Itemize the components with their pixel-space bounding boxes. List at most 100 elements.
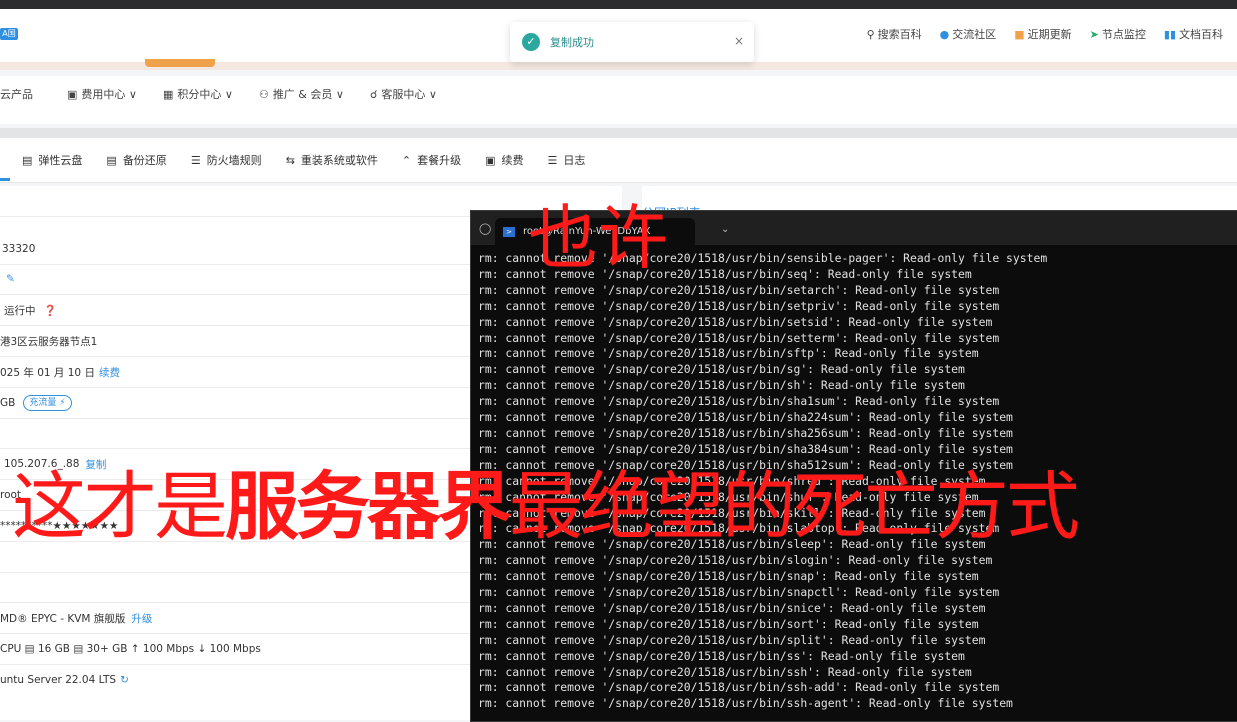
terminal-line: rm: cannot remove '/snap/core20/1518/usr… [478, 600, 986, 615]
camera-icon: ▣ [67, 87, 78, 101]
nav-item-support[interactable]: ☌ 客服中心 ∨ [370, 86, 437, 102]
top-link-label: 交流社区 [952, 28, 997, 41]
top-link-label: 节点监控 [1101, 28, 1146, 41]
traffic-value: GB [0, 397, 16, 409]
gift-icon: ■ [1014, 27, 1025, 41]
chevron-down-icon[interactable]: ⌄ [721, 224, 729, 235]
node-name: 港3区云服务器节点1 [0, 335, 98, 348]
terminal-line: rm: cannot remove '/snap/core20/1518/usr… [478, 616, 979, 631]
list-icon: ☰ [190, 153, 201, 167]
recharge-traffic-button[interactable]: 充流量 ⚡ [23, 395, 72, 411]
status-text: 运行中 [4, 304, 36, 317]
tab-label: 防火墙规则 [206, 154, 262, 167]
section-gap [0, 128, 1237, 138]
tab-backup[interactable]: ▤ 备份还原 [106, 152, 166, 168]
terminal-line: rm: cannot remove '/snap/core20/1518/usr… [478, 680, 1000, 695]
nav-item-cloud-products[interactable]: 云产品 [0, 86, 33, 102]
cpu-model: MD® EPYC - KVM 旗舰版 [0, 612, 126, 625]
log-icon: ☰ [547, 153, 558, 167]
overlay-caption-main: 这才是服务器界最绝望的死亡方式 [12, 470, 1080, 544]
terminal-line: rm: cannot remove '/snap/core20/1518/usr… [478, 425, 1013, 440]
help-icon: ❓ [43, 304, 57, 317]
nav-label: 推广 & 会员 ∨ [272, 88, 344, 101]
nav-item-points[interactable]: ▦ 积分中心 ∨ [163, 86, 233, 102]
edit-icon[interactable]: ✎ [6, 273, 15, 285]
terminal-line: rm: cannot remove '/snap/core20/1518/usr… [478, 378, 965, 393]
top-link-label: 近期更新 [1027, 28, 1072, 41]
refresh-icon[interactable]: ↻ [120, 674, 129, 686]
top-link-label: 搜索百科 [877, 28, 922, 41]
check-circle-icon: ✓ [522, 33, 540, 51]
upgrade-link[interactable]: 升级 [131, 611, 152, 626]
os-name: untu Server 22.04 LTS [0, 674, 117, 686]
terminal-line: rm: cannot remove '/snap/core20/1518/usr… [478, 569, 979, 584]
window-top-strip [0, 0, 1237, 9]
toast-notification: ✓ 复制成功 × [510, 22, 754, 62]
spec-summary: CPU ▤ 16 GB ▤ 30+ GB ↑ 100 Mbps ↓ 100 Mb… [0, 643, 261, 655]
terminal-line: rm: cannot remove '/snap/core20/1518/usr… [478, 282, 1000, 297]
tab-logs[interactable]: ☰ 日志 [548, 152, 586, 168]
users-icon: ⚇ [258, 87, 269, 101]
gift-icon: ▦ [162, 87, 174, 101]
disk-icon: ▤ [22, 153, 33, 167]
expire-date: 025 年 01 月 10 日 [0, 366, 95, 379]
overlay-caption-part3: 最绝望的死亡方式 [509, 464, 1080, 550]
terminal-line: rm: cannot remove '/snap/core20/1518/usr… [478, 441, 1013, 456]
top-link-updates[interactable]: ■ 近期更新 [1014, 26, 1071, 42]
overlay-caption-part2: 服务器界 [225, 464, 512, 550]
terminal-line: rm: cannot remove '/snap/core20/1518/usr… [478, 664, 972, 679]
nav-label: 费用中心 ∨ [81, 88, 137, 101]
terminal-line: rm: cannot remove '/snap/core20/1518/usr… [478, 298, 1000, 313]
tab-label: 重装系统或软件 [300, 154, 378, 167]
terminal-line: rm: cannot remove '/snap/core20/1518/usr… [478, 362, 965, 377]
terminal-line: rm: cannot remove '/snap/core20/1518/usr… [478, 346, 979, 361]
headset-icon: ☌ [369, 87, 378, 101]
terminal-line: rm: cannot remove '/snap/core20/1518/usr… [478, 632, 986, 647]
tab-renew[interactable]: ▣ 续费 [485, 152, 523, 168]
chevron-up-icon: ⌃ [401, 153, 412, 167]
terminal-line: rm: cannot remove '/snap/core20/1518/usr… [478, 648, 965, 663]
nav-label: 云产品 [0, 88, 33, 101]
tab-elastic-disk[interactable]: ▤ 弹性云盘 [22, 152, 82, 168]
swap-icon: ⇆ [285, 153, 295, 167]
terminal-line: rm: cannot remove '/snap/core20/1518/usr… [478, 314, 993, 329]
shield-icon: ◯ [479, 222, 492, 235]
orange-tab-accent [145, 59, 215, 67]
active-tab-indicator [0, 178, 10, 181]
terminal-line: rm: cannot remove '/snap/core20/1518/usr… [478, 330, 1000, 345]
top-link-label: 文档百科 [1179, 28, 1223, 41]
tab-label: 备份还原 [122, 154, 167, 167]
server-tabs: ▤ 弹性云盘 ▤ 备份还原 ☰ 防火墙规则 ⇆ 重装系统或软件 ⌃ 套餐升级 ▣ 续费 ☰ 日… [0, 138, 1237, 183]
tab-reinstall[interactable]: ⇆ 重装系统或软件 [286, 152, 378, 168]
ticket-icon: ▣ [485, 153, 496, 167]
close-icon[interactable]: × [734, 34, 744, 48]
top-link-community[interactable]: ● 交流社区 [940, 26, 997, 42]
book-icon: ▮▮ [1163, 27, 1176, 41]
top-link-search[interactable]: ⚲ 搜索百科 [867, 26, 922, 42]
terminal-line: rm: cannot remove '/snap/core20/1518/usr… [478, 696, 1013, 711]
tab-upgrade[interactable]: ⌃ 套餐升级 [402, 152, 461, 168]
terminal-line: rm: cannot remove '/snap/core20/1518/usr… [478, 394, 1000, 409]
server-id: 33320 [2, 243, 36, 255]
bell-icon: ● [939, 27, 950, 41]
top-link-docs[interactable]: ▮▮ 文档百科 [1164, 26, 1223, 42]
tab-label: 套餐升级 [417, 154, 462, 167]
terminal-icon: > [503, 226, 515, 237]
nav-label: 积分中心 ∨ [177, 88, 233, 101]
nav-item-promotion[interactable]: ⚇ 推广 & 会员 ∨ [259, 86, 344, 102]
terminal-line: rm: cannot remove '/snap/core20/1518/usr… [478, 553, 993, 568]
tab-label: 弹性云盘 [38, 154, 83, 167]
top-links: ⚲ 搜索百科 ● 交流社区 ■ 近期更新 ➤ 节点监控 ▮▮ 文档百科 [867, 26, 1223, 42]
nav-item-billing[interactable]: ▣ 费用中心 ∨ [67, 86, 137, 102]
terminal-line: rm: cannot remove '/snap/core20/1518/usr… [478, 585, 1000, 600]
terminal-line: rm: cannot remove '/snap/core20/1518/usr… [478, 410, 1013, 425]
top-link-monitor[interactable]: ➤ 节点监控 [1090, 26, 1146, 42]
send-icon: ➤ [1089, 27, 1099, 41]
tab-firewall[interactable]: ☰ 防火墙规则 [191, 152, 262, 168]
tab-label: 日志 [563, 154, 586, 167]
logo-badge: A国 [0, 28, 18, 40]
overlay-caption-part1: 这才是 [12, 464, 228, 550]
search-icon: ⚲ [866, 27, 875, 41]
renew-link[interactable]: 续费 [99, 365, 120, 380]
server-icon: ▤ [106, 153, 117, 167]
